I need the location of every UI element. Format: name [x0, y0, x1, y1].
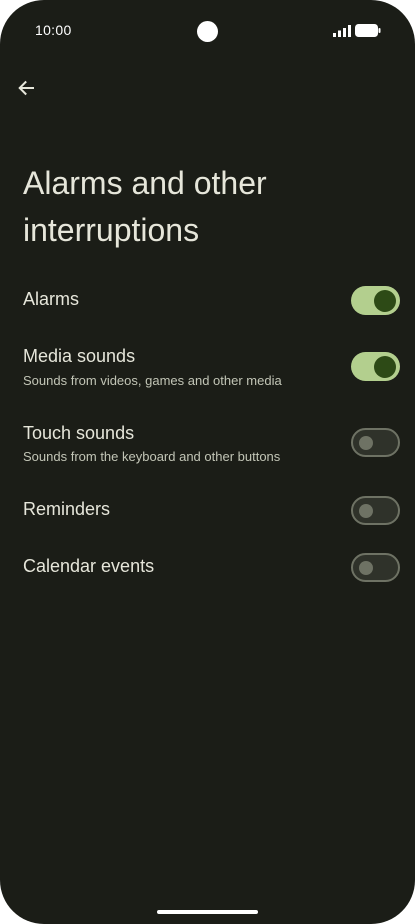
media-sounds-toggle[interactable] — [351, 352, 400, 381]
back-button[interactable] — [11, 73, 41, 103]
touch-sounds-toggle[interactable] — [351, 428, 400, 457]
home-indicator[interactable] — [157, 910, 258, 914]
setting-title: Media sounds — [23, 346, 136, 366]
reminders-toggle[interactable] — [351, 496, 400, 525]
arrow-back-icon — [18, 80, 34, 96]
switch-thumb — [374, 355, 396, 378]
page-title: Alarms and other interruptions — [23, 165, 267, 248]
status-bar: 10:00 — [0, 0, 415, 62]
switch-thumb — [359, 560, 373, 575]
switch-thumb — [374, 289, 396, 312]
setting-title: Touch sounds — [23, 423, 135, 443]
battery-icon — [355, 24, 381, 37]
setting-title: Calendar events — [23, 556, 155, 576]
setting-subtitle: Sounds from the keyboard and other butto… — [23, 449, 281, 464]
setting-row-media-sounds[interactable]: Media sounds Sounds from videos, games a… — [0, 336, 415, 396]
setting-row-touch-sounds[interactable]: Touch sounds Sounds from the keyboard an… — [0, 412, 415, 472]
phone-screen: 10:00 Alarms and other interruptions Ala… — [0, 0, 415, 924]
setting-title: Alarms — [23, 289, 80, 309]
setting-subtitle: Sounds from videos, games and other medi… — [23, 373, 282, 388]
alarms-toggle[interactable] — [351, 286, 400, 315]
camera-cutout — [197, 21, 218, 42]
status-time: 10:00 — [35, 22, 72, 38]
setting-row-calendar-events[interactable]: Calendar events — [0, 543, 415, 593]
switch-thumb — [359, 503, 373, 518]
signal-icon — [333, 25, 351, 37]
setting-row-reminders[interactable]: Reminders — [0, 486, 415, 536]
setting-row-alarms[interactable]: Alarms — [0, 276, 415, 326]
setting-title: Reminders — [23, 499, 111, 519]
switch-thumb — [359, 435, 373, 450]
calendar-events-toggle[interactable] — [351, 553, 400, 582]
